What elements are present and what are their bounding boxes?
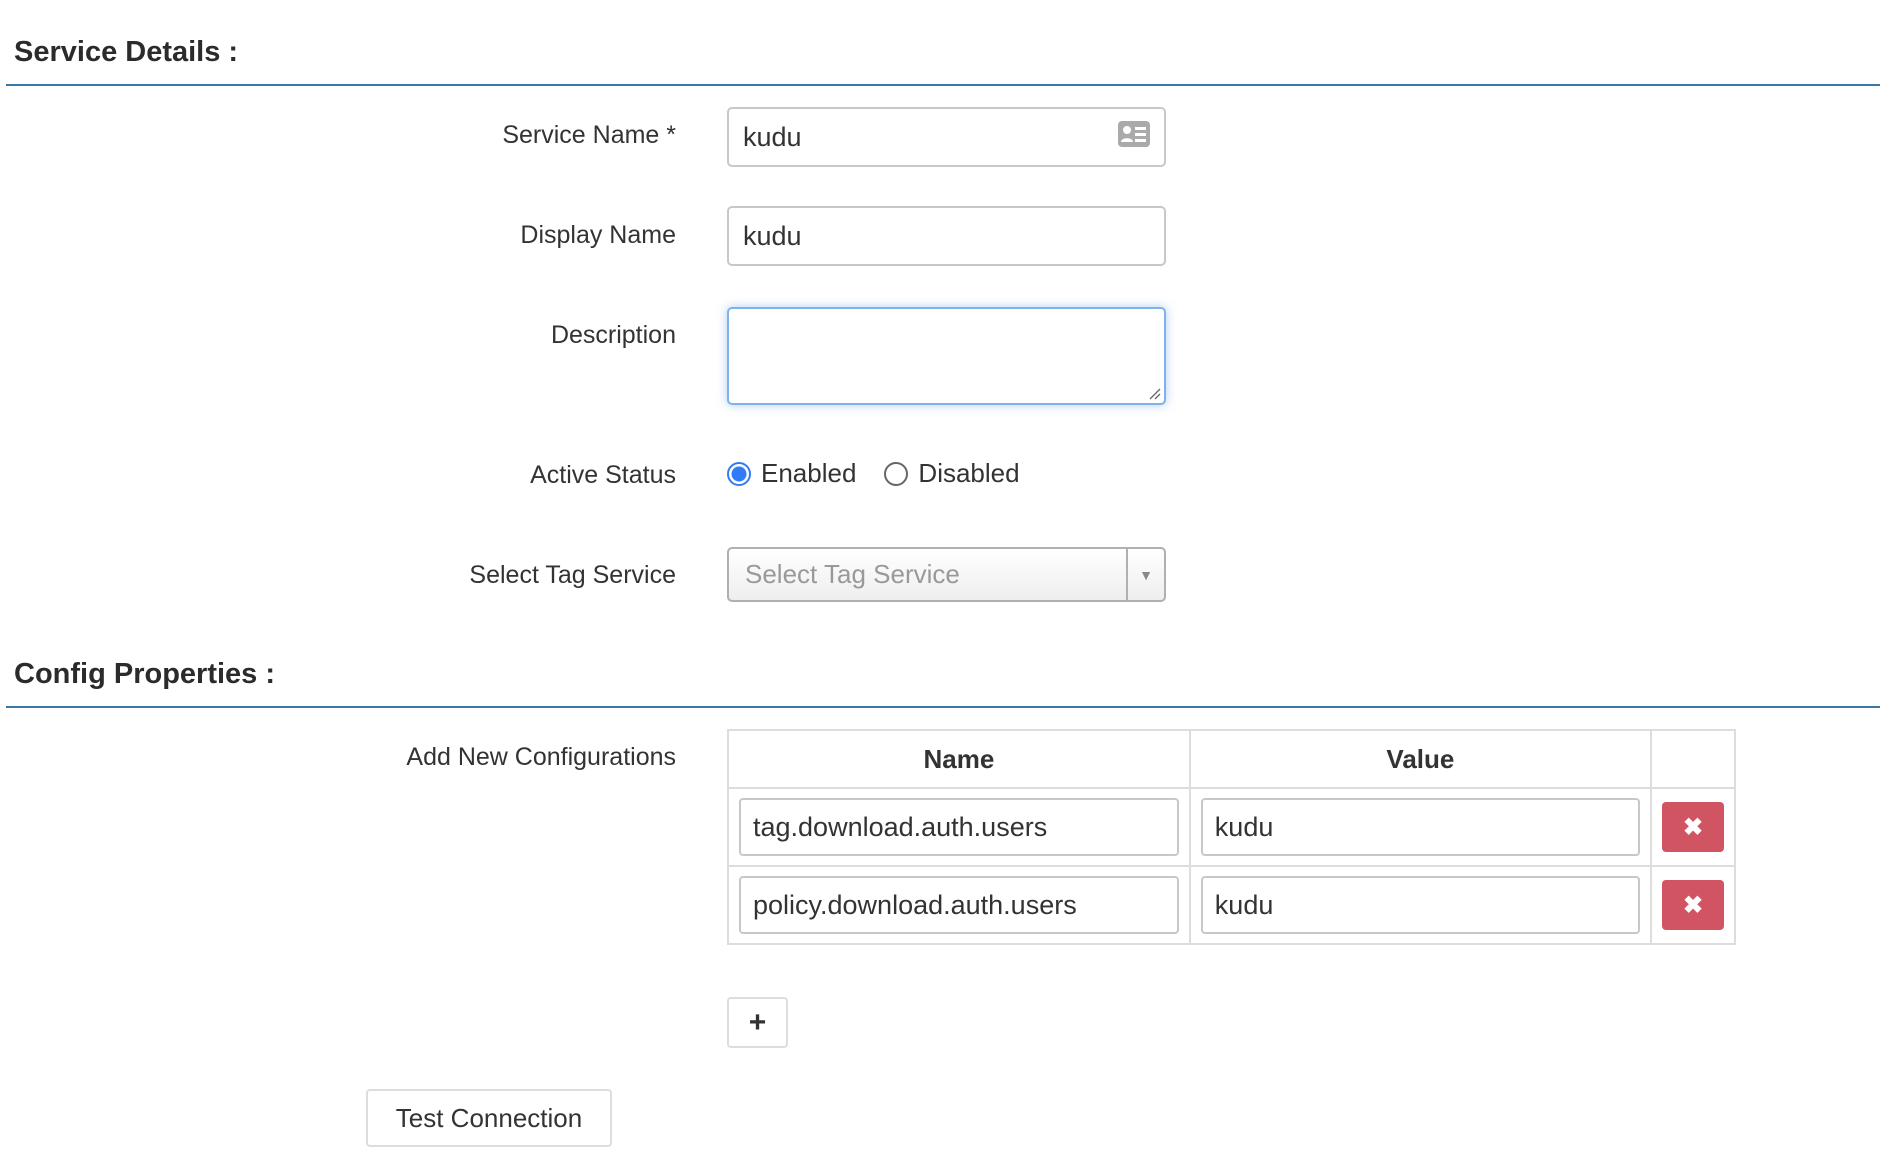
description-label: Description <box>551 321 676 350</box>
test-connection-button[interactable]: Test Connection <box>366 1089 612 1147</box>
column-header-actions <box>1651 730 1735 788</box>
active-status-label: Active Status <box>530 461 676 490</box>
config-properties-heading: Config Properties : <box>14 658 275 691</box>
resize-handle-icon[interactable] <box>1147 386 1161 400</box>
add-configuration-button[interactable]: + <box>727 997 788 1048</box>
enabled-label[interactable]: Enabled <box>761 458 856 489</box>
delete-row-button[interactable]: ✖ <box>1662 880 1724 930</box>
chevron-down-icon[interactable]: ▼ <box>1126 549 1164 600</box>
tag-service-label: Select Tag Service <box>469 561 676 590</box>
config-name-input[interactable]: tag.download.auth.users <box>739 798 1179 856</box>
service-details-heading: Service Details : <box>14 36 238 69</box>
column-header-value: Value <box>1190 730 1651 788</box>
service-name-label: Service Name * <box>502 121 676 150</box>
description-textarea[interactable] <box>727 307 1166 405</box>
config-table: Name Value tag.download.auth.users kudu … <box>727 729 1736 945</box>
display-name-value: kudu <box>743 221 802 252</box>
delete-row-button[interactable]: ✖ <box>1662 802 1724 852</box>
table-row: tag.download.auth.users kudu ✖ <box>728 788 1735 866</box>
close-icon: ✖ <box>1683 891 1703 920</box>
plus-icon: + <box>749 1006 767 1040</box>
contact-card-icon <box>1118 121 1150 154</box>
config-value-input[interactable]: kudu <box>1201 876 1640 934</box>
column-header-name: Name <box>728 730 1190 788</box>
enabled-radio[interactable] <box>727 462 751 486</box>
disabled-radio[interactable] <box>884 462 908 486</box>
section-divider <box>6 84 1880 86</box>
service-name-value: kudu <box>743 122 802 153</box>
config-value-input[interactable]: kudu <box>1201 798 1640 856</box>
tag-service-placeholder: Select Tag Service <box>729 559 1126 590</box>
config-name-input[interactable]: policy.download.auth.users <box>739 876 1179 934</box>
service-name-input[interactable]: kudu <box>727 107 1166 167</box>
close-icon: ✖ <box>1683 813 1703 842</box>
table-row: policy.download.auth.users kudu ✖ <box>728 866 1735 944</box>
tag-service-select[interactable]: Select Tag Service ▼ <box>727 547 1166 602</box>
disabled-label[interactable]: Disabled <box>918 458 1019 489</box>
display-name-label: Display Name <box>520 221 676 250</box>
add-configurations-label: Add New Configurations <box>406 743 676 772</box>
display-name-input[interactable]: kudu <box>727 206 1166 266</box>
section-divider <box>6 706 1880 708</box>
